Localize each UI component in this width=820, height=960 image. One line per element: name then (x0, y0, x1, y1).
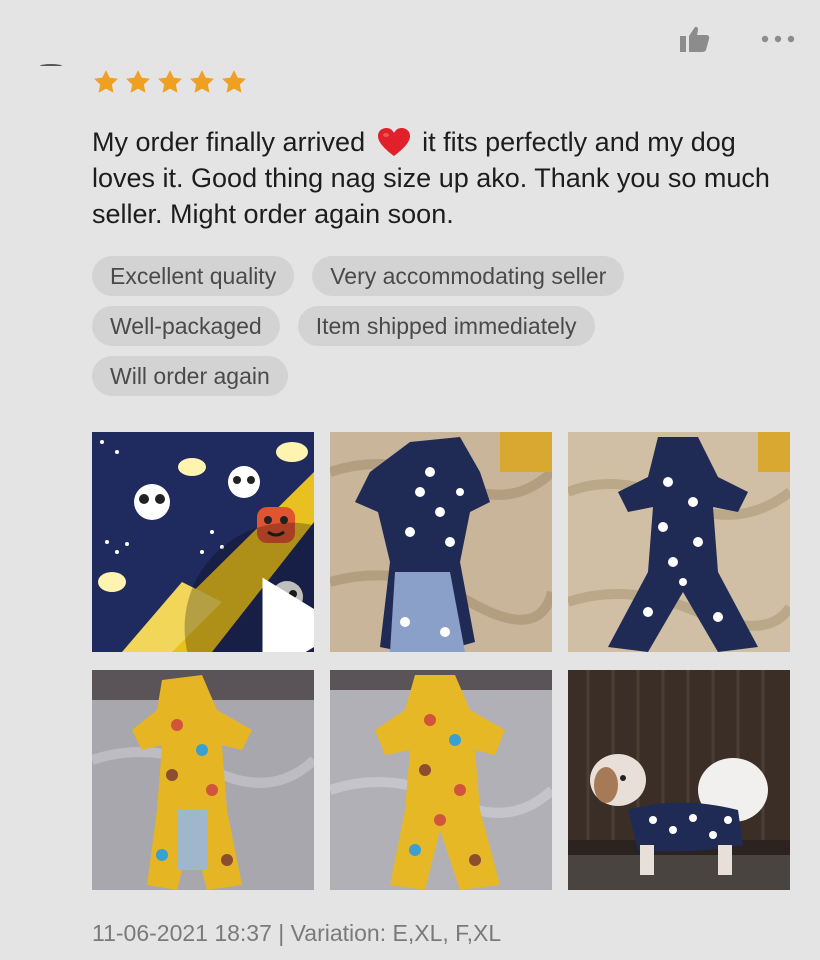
meta-separator: | (271, 920, 291, 946)
star-icon (126, 70, 150, 93)
tag-row: Excellent quality Very accommodating sell… (92, 256, 792, 296)
dog-wearing-onesie-photo (568, 670, 790, 890)
review-variation: Variation: E,XL, F,XL (290, 920, 502, 946)
review-tag[interactable]: Well-packaged (92, 306, 280, 346)
star-icon (190, 70, 214, 93)
media-thumb-image[interactable] (568, 432, 790, 652)
like-button[interactable] (678, 24, 712, 54)
star-icon (158, 70, 182, 93)
review-tag[interactable]: Will order again (92, 356, 288, 396)
thumbs-up-icon (680, 26, 710, 52)
navy-onesie-spread-photo (568, 432, 790, 652)
star-icon (94, 70, 118, 93)
media-thumb-image[interactable] (568, 670, 790, 890)
review-tag[interactable]: Item shipped immediately (297, 306, 595, 346)
review-tag[interactable]: Very accommodating seller (312, 256, 625, 296)
review-meta: 11-06-2021 18:37 | Variation: E,XL, F,XL (92, 920, 501, 947)
tag-row: Will order again (92, 356, 792, 396)
review-tags: Excellent quality Very accommodating sell… (92, 256, 792, 406)
navy-onesie-photo (330, 432, 552, 652)
star-rating (92, 68, 248, 96)
yellow-onesie-photo-2 (330, 670, 552, 890)
review-tag[interactable]: Excellent quality (92, 256, 295, 296)
media-gallery (92, 432, 790, 890)
review-datetime: 11-06-2021 18:37 (92, 920, 272, 946)
star-icon (222, 70, 246, 93)
media-thumb-video[interactable] (92, 432, 314, 652)
more-dots-icon (761, 35, 795, 43)
media-thumb-image[interactable] (330, 432, 552, 652)
more-options-button[interactable] (758, 24, 798, 54)
media-thumb-image[interactable] (92, 670, 314, 890)
tag-row: Well-packaged Item shipped immediately (92, 306, 792, 346)
review-text-part-1: My order finally arrived (92, 127, 366, 157)
avatar[interactable] (40, 64, 62, 68)
play-icon[interactable] (179, 518, 314, 652)
red-heart-emoji-icon (377, 128, 410, 156)
review-actions (678, 24, 798, 54)
media-thumb-image[interactable] (330, 670, 552, 890)
yellow-onesie-photo (92, 670, 314, 890)
review-text: My order finally arrived it fits perfect… (92, 124, 802, 232)
